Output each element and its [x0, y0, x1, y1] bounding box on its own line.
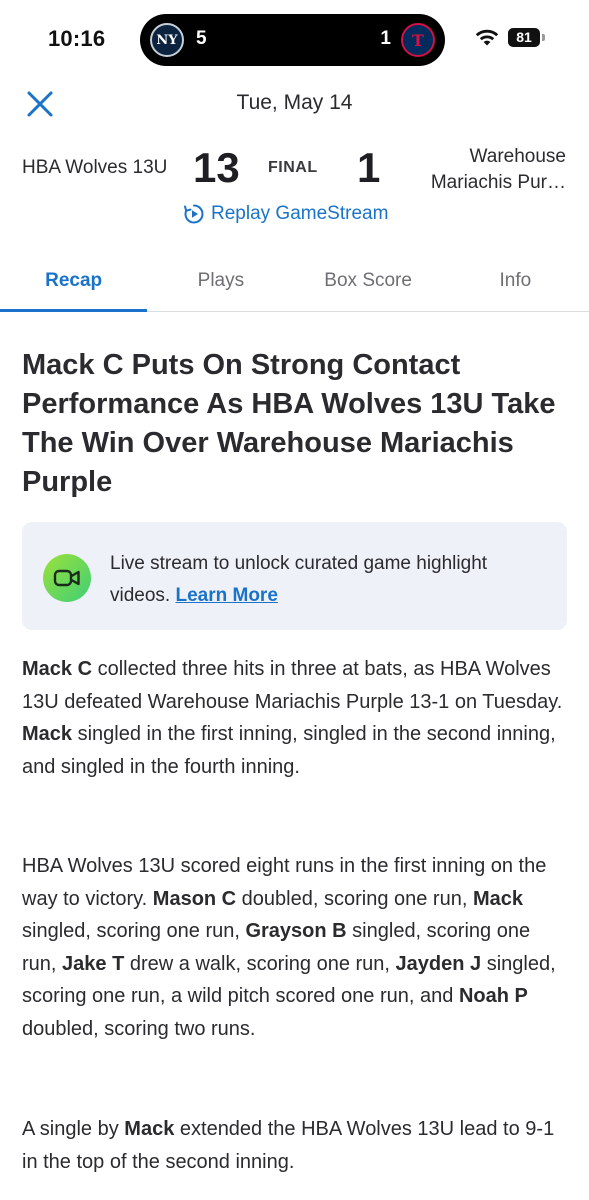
- live-activity-island[interactable]: NY 5 1 T: [140, 14, 445, 66]
- replay-gamestream-button[interactable]: Replay GameStream: [183, 203, 388, 225]
- replay-icon: [184, 204, 204, 224]
- live-stream-promo-card: Live stream to unlock curated game highl…: [22, 522, 567, 630]
- paragraph-text: doubled, scoring two runs.: [22, 1017, 256, 1040]
- article-paragraph-2: HBA Wolves 13U scored eight runs in the …: [22, 850, 570, 1046]
- player-name: Mack: [22, 723, 73, 746]
- home-team-score: 13: [193, 144, 240, 191]
- paragraph-text: drew a walk, scoring one run,: [124, 952, 396, 975]
- away-team-name-line1: Warehouse: [469, 146, 566, 167]
- article-paragraph-3: A single by Mack extended the HBA Wolves…: [22, 1113, 570, 1178]
- player-name: Grayson B: [245, 920, 347, 943]
- player-name: Noah P: [458, 985, 528, 1008]
- tab-info[interactable]: Info: [442, 256, 589, 311]
- player-name: Jayden J: [395, 952, 482, 975]
- away-team-score: 1: [357, 144, 381, 191]
- tab-recap[interactable]: Recap: [0, 256, 148, 312]
- paragraph-text: A single by: [22, 1118, 125, 1140]
- battery-icon: 81: [508, 27, 545, 47]
- player-name: Mack: [472, 887, 523, 910]
- player-name: Mason C: [152, 887, 237, 910]
- status-bar: 10:16 NY 5 1 T 81: [0, 0, 589, 80]
- paragraph-text: collected three hits in three at bats, a…: [22, 658, 563, 713]
- battery-cap: [542, 33, 545, 41]
- article-headline: Mack C Puts On Strong Contact Performanc…: [22, 349, 556, 498]
- tab-bar: Recap Plays Box Score Info: [0, 256, 589, 312]
- game-date: Tue, May 14: [236, 91, 353, 114]
- game-status: FINAL: [268, 159, 318, 176]
- promo-message: Live stream to unlock curated game highl…: [110, 553, 488, 606]
- paragraph-text: singled, scoring one run,: [22, 920, 246, 943]
- status-icons: 81: [474, 27, 545, 47]
- tab-box-score[interactable]: Box Score: [295, 256, 442, 311]
- player-name: Mack: [124, 1118, 175, 1140]
- battery-level: 81: [508, 27, 540, 47]
- video-camera-icon: [43, 554, 91, 602]
- learn-more-link[interactable]: Learn More: [175, 585, 277, 606]
- paragraph-text: singled in the first inning, singled in …: [22, 723, 556, 778]
- wifi-icon: [475, 29, 499, 46]
- twins-logo-icon: T: [401, 23, 435, 57]
- yankees-logo-icon: NY: [150, 23, 184, 57]
- paragraph-text: doubled, scoring one run,: [236, 887, 473, 910]
- away-team-name[interactable]: Warehouse Mariachis Pur…: [431, 144, 566, 196]
- tab-plays[interactable]: Plays: [147, 256, 294, 311]
- player-name: Jake T: [62, 952, 125, 975]
- article-paragraph-1: Mack C collected three hits in three at …: [22, 653, 570, 783]
- replay-label: Replay GameStream: [211, 203, 389, 224]
- island-home-score: 1: [380, 28, 391, 49]
- island-away-score: 5: [196, 28, 207, 49]
- player-name: Mack C: [22, 658, 93, 680]
- away-team-name-line2: Mariachis Pur…: [430, 172, 566, 193]
- promo-text: Live stream to unlock curated game highl…: [110, 548, 550, 612]
- status-time: 10:16: [48, 26, 106, 51]
- home-team-name[interactable]: HBA Wolves 13U: [22, 157, 167, 179]
